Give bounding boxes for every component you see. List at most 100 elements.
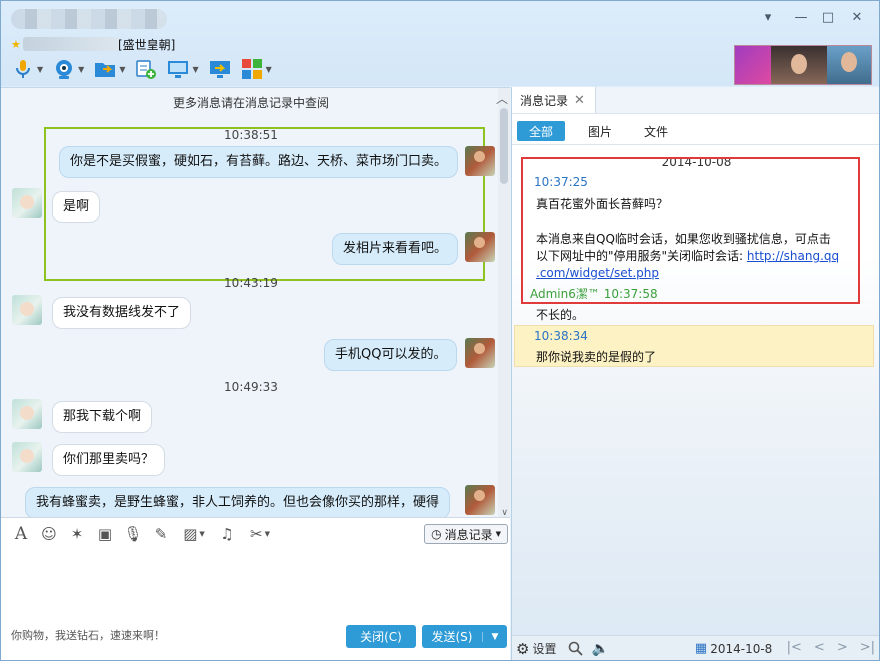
sent-message[interactable]: 你是不是买假蜜，硬如石，有苔藓。路边、天桥、菜市场门口卖。 xyxy=(59,146,459,178)
scroll-thumb[interactable] xyxy=(500,108,508,184)
scissors-icon[interactable]: ✂ ▼ xyxy=(245,524,275,544)
my-avatar[interactable] xyxy=(465,146,495,176)
image-icon[interactable]: ▨ ▼ xyxy=(179,524,209,544)
remote-assist-icon xyxy=(209,61,230,78)
settings-button[interactable]: ⚙ 设置 xyxy=(516,640,556,658)
history-navigation: |< < > >| xyxy=(787,640,875,655)
edit-icon[interactable]: ✎ xyxy=(151,524,171,544)
received-message[interactable]: 我没有数据线发不了 xyxy=(52,297,192,329)
date-picker[interactable]: ▦ 2014-10-8 xyxy=(695,641,772,656)
send-file-button[interactable]: ▼ xyxy=(91,56,128,82)
history-records[interactable]: 2014-10-08 10:37:25 真百花蜜外面长苔藓吗？ 本消息来自QQ临… xyxy=(512,145,879,635)
chevron-down-icon[interactable]: ▼ xyxy=(266,65,272,74)
screen-share-button[interactable]: ▼ xyxy=(164,56,201,82)
chat-toolbar: ▼ ▼ ▼ ▼ ▼ xyxy=(9,55,275,83)
friend-avatar[interactable] xyxy=(12,399,42,429)
apps-button[interactable]: ▼ xyxy=(238,56,275,82)
chevron-down-icon[interactable]: ▼ xyxy=(37,65,43,74)
title-bar: ▾ — □ ✕ xyxy=(1,1,879,35)
my-avatar[interactable] xyxy=(465,338,495,368)
maximize-button[interactable]: □ xyxy=(819,8,837,26)
calendar-icon: ▦ xyxy=(694,641,708,656)
chevron-down-icon[interactable]: ▼ xyxy=(78,65,84,74)
microphone-icon xyxy=(16,60,30,78)
record-text: 那你说我卖的是假的了 xyxy=(536,350,657,364)
more-history-hint[interactable]: 更多消息请在消息记录中查阅 xyxy=(1,94,501,111)
tab-label: 消息记录 xyxy=(520,93,569,108)
screen-share-icon xyxy=(168,61,189,78)
ad-banner[interactable] xyxy=(734,45,872,85)
record-sender: Admin6潔™ 10:37:58 xyxy=(530,287,658,301)
temp-session-link-line3: .com/widget/set.php xyxy=(536,265,659,282)
message-timestamp: 10:38:51 xyxy=(224,128,278,142)
group-name: [盛世皇朝] xyxy=(118,38,176,52)
my-avatar[interactable] xyxy=(465,485,495,515)
new-message-button[interactable] xyxy=(132,56,160,82)
chevron-down-icon[interactable]: ▼ xyxy=(192,65,198,74)
minimize-button[interactable]: — xyxy=(792,8,810,26)
remote-assist-button[interactable] xyxy=(206,56,234,82)
send-button[interactable]: 发送(S) ▼ xyxy=(422,625,507,648)
chat-message-area[interactable]: 更多消息请在消息记录中查阅 ︿ ∨ 10:38:51 你是不是买假蜜，硬如石，有… xyxy=(1,87,510,519)
send-button-label[interactable]: 发送(S) xyxy=(422,628,482,645)
friend-avatar[interactable] xyxy=(12,295,42,325)
sent-message[interactable]: 我有蜂蜜卖，是野生蜂蜜，非人工饲养的。但也会像你买的那样，硬得 xyxy=(25,487,451,519)
friend-avatar[interactable] xyxy=(12,188,42,218)
record-reply: 不长的。 xyxy=(536,308,585,322)
record-time: 10:38:34 xyxy=(534,329,588,343)
chevron-down-icon: ▼ xyxy=(495,530,501,538)
filter-images[interactable]: 图片 xyxy=(584,121,616,141)
temp-session-notice: 本消息来自QQ临时会话，如果您收到骚扰信息，可点击 xyxy=(536,232,831,246)
filter-all[interactable]: 全部 xyxy=(517,121,565,141)
received-message[interactable]: 你们那里卖吗？ xyxy=(52,444,166,476)
record-time: 10:37:25 xyxy=(534,175,588,189)
filter-files[interactable]: 文件 xyxy=(640,121,672,141)
next-page-icon[interactable]: > xyxy=(837,640,848,655)
blurred-group-info xyxy=(23,37,119,51)
temp-session-notice-line2: 以下网址中的"停用服务"关闭临时会话: http://shang.qq xyxy=(536,249,840,263)
message-timestamp: 10:49:33 xyxy=(224,380,278,394)
sound-button[interactable]: 🔈 xyxy=(591,641,608,657)
close-window-button[interactable]: ✕ xyxy=(848,8,866,26)
stop-service-link[interactable]: http://shang.qq xyxy=(747,249,839,263)
font-icon[interactable]: A xyxy=(11,524,31,544)
chat-scrollbar[interactable]: ︿ ∨ xyxy=(496,88,510,518)
close-button[interactable]: 关闭(C) xyxy=(346,625,416,648)
chevron-down-icon[interactable]: ▼ xyxy=(119,65,125,74)
stop-service-link-continued[interactable]: .com/widget/set.php xyxy=(536,266,659,280)
last-page-icon[interactable]: >| xyxy=(860,640,875,655)
first-page-icon[interactable]: |< xyxy=(787,640,802,655)
promo-text[interactable]: 你购物，我送钻石，速速来啊！ xyxy=(11,627,165,643)
message-timestamp: 10:43:19 xyxy=(224,276,278,290)
input-toolbar: A ☺ ✶ ▣ 🎙 ✎ ▨ ▼ ♫ ✂ ▼ xyxy=(11,524,275,544)
message-history-label: 消息记录 xyxy=(444,527,493,542)
folder-share-icon xyxy=(95,63,116,77)
history-footer: ⚙ 设置 🔈 ▦ 2014-10-8 |< < > >| xyxy=(512,635,879,660)
video-call-button[interactable]: ▼ xyxy=(50,56,87,82)
sent-message[interactable]: 手机QQ可以发的。 xyxy=(324,339,458,371)
search-icon xyxy=(569,641,584,656)
friend-avatar[interactable] xyxy=(12,442,42,472)
message-history-button[interactable]: ◷ 消息记录 ▼ xyxy=(424,524,508,544)
history-filter-bar: 全部 图片 文件 xyxy=(512,113,879,145)
window-menu-button[interactable]: ▾ xyxy=(759,8,777,26)
magic-wand-icon[interactable]: ✶ xyxy=(67,524,87,544)
apps-grid-icon xyxy=(241,59,262,79)
message-input-area[interactable]: A ☺ ✶ ▣ 🎙 ✎ ▨ ▼ ♫ ✂ ▼ ◷ 消息记录 ▼ 你购物，我送钻石，速速… xyxy=(1,517,510,660)
search-button[interactable] xyxy=(568,641,584,656)
music-icon[interactable]: ♫ xyxy=(217,524,237,544)
blurred-contact-name xyxy=(11,9,167,29)
my-avatar[interactable] xyxy=(465,232,495,262)
voice-call-button[interactable]: ▼ xyxy=(9,56,46,82)
prev-page-icon[interactable]: < xyxy=(814,640,825,655)
scroll-up-icon[interactable]: ︿ xyxy=(496,90,508,107)
sent-message[interactable]: 发相片来看看吧。 xyxy=(332,233,459,265)
voice-icon[interactable]: 🎙 xyxy=(123,524,143,544)
emoji-icon[interactable]: ☺ xyxy=(39,524,59,544)
received-message[interactable]: 是啊 xyxy=(52,191,101,223)
tab-message-history[interactable]: 消息记录 ✕ xyxy=(512,87,596,113)
video-clip-icon[interactable]: ▣ xyxy=(95,524,115,544)
close-icon[interactable]: ✕ xyxy=(574,93,585,108)
send-options-chevron-icon[interactable]: ▼ xyxy=(482,631,507,642)
received-message[interactable]: 那我下载个啊 xyxy=(52,401,153,433)
